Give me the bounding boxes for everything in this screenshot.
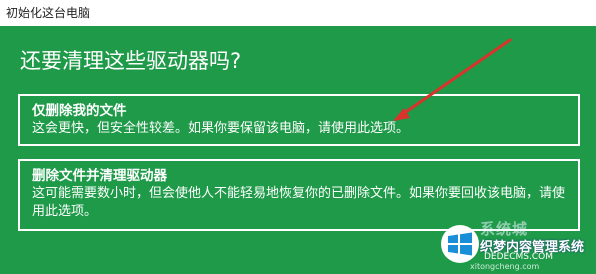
option-remove-files-only[interactable]: 仅删除我的文件 这会更快，但安全性较差。如果你要保留该电脑，请使用此选项。	[18, 94, 580, 146]
option-description: 这会更快，但安全性较差。如果你要保留该电脑，请使用此选项。	[32, 121, 410, 136]
watermark: 系统城 织梦内容管理系统 DEDECMS.COM xitongcheng.com	[440, 212, 588, 271]
watermark-url: DEDECMS.COM	[484, 252, 553, 262]
option-title: 仅删除我的文件	[32, 103, 127, 119]
reset-pc-window: 初始化这台电脑 还要清理这些驱动器吗? 仅删除我的文件 这会更快，但安全性较差。…	[0, 0, 596, 274]
watermark-url-secondary: xitongcheng.com	[470, 262, 540, 271]
window-titlebar: 初始化这台电脑	[0, 0, 596, 26]
windows-logo-icon	[441, 225, 479, 263]
window-title: 初始化这台电脑	[6, 6, 91, 20]
page-heading: 还要清理这些驱动器吗?	[20, 49, 242, 73]
option-title: 删除文件并清理驱动器	[32, 168, 167, 184]
